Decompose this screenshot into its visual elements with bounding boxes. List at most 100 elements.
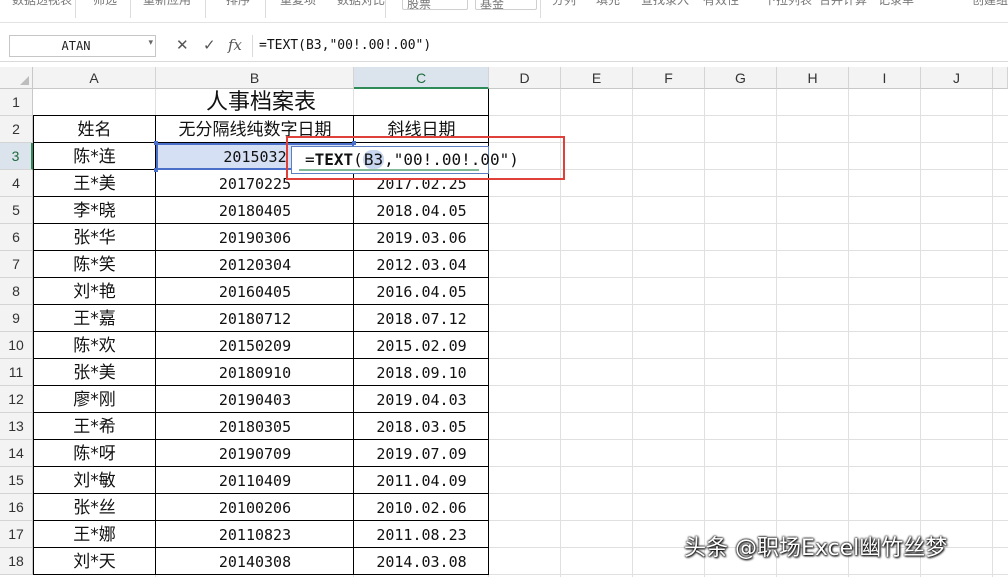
row-header-13[interactable]: 13 [0, 413, 33, 440]
ribbon-item[interactable]: 分列 [552, 0, 576, 8]
ribbon-item[interactable]: 创建组 [972, 0, 1008, 8]
date-cell[interactable]: 2010.02.06 [354, 494, 489, 521]
num-cell[interactable]: 20110409 [156, 467, 354, 494]
date-cell[interactable]: 2018.04.05 [354, 197, 489, 224]
name-cell[interactable]: 王*美 [33, 170, 156, 197]
row-header-12[interactable]: 12 [0, 386, 33, 413]
num-cell[interactable]: 20190403 [156, 386, 354, 413]
date-cell[interactable]: 2016.04.05 [354, 278, 489, 305]
cancel-icon[interactable]: ✕ [176, 36, 189, 54]
date-cell[interactable]: 2011.08.23 [354, 521, 489, 548]
column-header-j[interactable]: J [921, 67, 993, 89]
date-cell[interactable]: 2019.07.09 [354, 440, 489, 467]
num-cell[interactable]: 20190306 [156, 224, 354, 251]
column-header-overflow[interactable] [993, 67, 1008, 89]
name-cell[interactable]: 张*华 [33, 224, 156, 251]
formula-input[interactable]: =TEXT(B3,"00!.00!.00") [252, 35, 1008, 57]
row-header-7[interactable]: 7 [0, 251, 33, 278]
num-cell[interactable]: 20120304 [156, 251, 354, 278]
row-header-14[interactable]: 14 [0, 440, 33, 467]
name-cell[interactable]: 廖*刚 [33, 386, 156, 413]
date-cell[interactable]: 2011.04.09 [354, 467, 489, 494]
date-cell[interactable]: 2019.04.03 [354, 386, 489, 413]
name-cell[interactable]: 刘*天 [33, 548, 156, 575]
column-header-c[interactable]: C [354, 67, 489, 89]
date-cell[interactable]: 2019.03.06 [354, 224, 489, 251]
name-cell[interactable]: 陈*笑 [33, 251, 156, 278]
chevron-down-icon[interactable]: ▾ [148, 38, 153, 48]
confirm-icon[interactable]: ✓ [203, 36, 216, 54]
ribbon-item[interactable]: 下拉列表 [764, 0, 812, 8]
row-header-6[interactable]: 6 [0, 224, 33, 251]
row-header-5[interactable]: 5 [0, 197, 33, 224]
row-header-16[interactable]: 16 [0, 494, 33, 521]
ribbon-item[interactable]: 排序 [226, 0, 250, 8]
row-header-10[interactable]: 10 [0, 332, 33, 359]
ribbon-item[interactable]: 基金 [475, 0, 537, 11]
column-header-g[interactable]: G [705, 67, 777, 89]
num-cell[interactable]: 20140308 [156, 548, 354, 575]
num-cell[interactable]: 20160405 [156, 278, 354, 305]
ribbon-item[interactable]: 查找录入 [641, 0, 689, 8]
ribbon-item[interactable]: 筛选 [93, 0, 117, 8]
ribbon-item[interactable]: 合并计算 [819, 0, 867, 8]
date-cell[interactable]: 2015.02.09 [354, 332, 489, 359]
num-cell[interactable]: 20150209 [156, 332, 354, 359]
name-cell[interactable]: 李*晓 [33, 197, 156, 224]
range-resize-handle[interactable] [154, 168, 158, 172]
column-header-d[interactable]: D [489, 67, 561, 89]
num-cell[interactable]: 20110823 [156, 521, 354, 548]
column-header-h[interactable]: H [777, 67, 849, 89]
range-resize-handle[interactable] [154, 141, 158, 145]
ribbon-item[interactable]: 记录单 [878, 0, 914, 8]
column-header-f[interactable]: F [633, 67, 705, 89]
date-cell[interactable]: 2012.03.04 [354, 251, 489, 278]
row-header-11[interactable]: 11 [0, 359, 33, 386]
num-cell[interactable]: 20180405 [156, 197, 354, 224]
column-header-b[interactable]: B [156, 67, 354, 89]
ribbon-item[interactable]: 股票 [402, 0, 468, 11]
date-cell[interactable]: 2018.07.12 [354, 305, 489, 332]
ribbon-item[interactable]: 有效性 [703, 0, 739, 8]
num-cell[interactable]: 20190709 [156, 440, 354, 467]
row-header-18[interactable]: 18 [0, 548, 33, 575]
name-cell[interactable]: 王*嘉 [33, 305, 156, 332]
row-header-9[interactable]: 9 [0, 305, 33, 332]
name-cell[interactable]: 刘*敏 [33, 467, 156, 494]
row-header-3[interactable]: 3 [0, 143, 33, 170]
fx-icon[interactable]: fx [228, 36, 242, 54]
num-cell[interactable]: 20100206 [156, 494, 354, 521]
row-header-17[interactable]: 17 [0, 521, 33, 548]
date-cell[interactable]: 2018.09.10 [354, 359, 489, 386]
name-cell[interactable]: 张*丝 [33, 494, 156, 521]
name-cell[interactable]: 王*娜 [33, 521, 156, 548]
date-cell[interactable]: 2018.03.05 [354, 413, 489, 440]
row-header-2[interactable]: 2 [0, 116, 33, 143]
date-cell[interactable]: 2014.03.08 [354, 548, 489, 575]
column-title-cell[interactable]: 姓名 [33, 116, 156, 143]
row-header-4[interactable]: 4 [0, 170, 33, 197]
column-header-a[interactable]: A [33, 67, 156, 89]
name-cell[interactable]: 陈*呀 [33, 440, 156, 467]
ribbon-item[interactable]: 填充 [596, 0, 620, 8]
num-cell[interactable]: 20180305 [156, 413, 354, 440]
table-title[interactable]: 人事档案表 [33, 89, 489, 116]
num-cell[interactable]: 20180910 [156, 359, 354, 386]
row-header-1[interactable]: 1 [0, 89, 33, 116]
row-header-15[interactable]: 15 [0, 467, 33, 494]
ribbon-item[interactable]: 数据透视表 [12, 0, 72, 8]
row-header-8[interactable]: 8 [0, 278, 33, 305]
name-box[interactable]: ATAN ▾ [9, 35, 156, 57]
ribbon-item[interactable]: 重复项 [280, 0, 316, 8]
name-cell[interactable]: 陈*连 [33, 143, 156, 170]
name-cell[interactable]: 陈*欢 [33, 332, 156, 359]
ribbon-item[interactable]: 重新应用 [143, 0, 191, 8]
name-cell[interactable]: 张*美 [33, 359, 156, 386]
ribbon-item[interactable]: 数据对比 [337, 0, 385, 8]
column-header-e[interactable]: E [561, 67, 633, 89]
name-cell[interactable]: 王*希 [33, 413, 156, 440]
select-all-corner[interactable] [0, 67, 33, 89]
num-cell[interactable]: 20180712 [156, 305, 354, 332]
name-cell[interactable]: 刘*艳 [33, 278, 156, 305]
column-header-i[interactable]: I [849, 67, 921, 89]
